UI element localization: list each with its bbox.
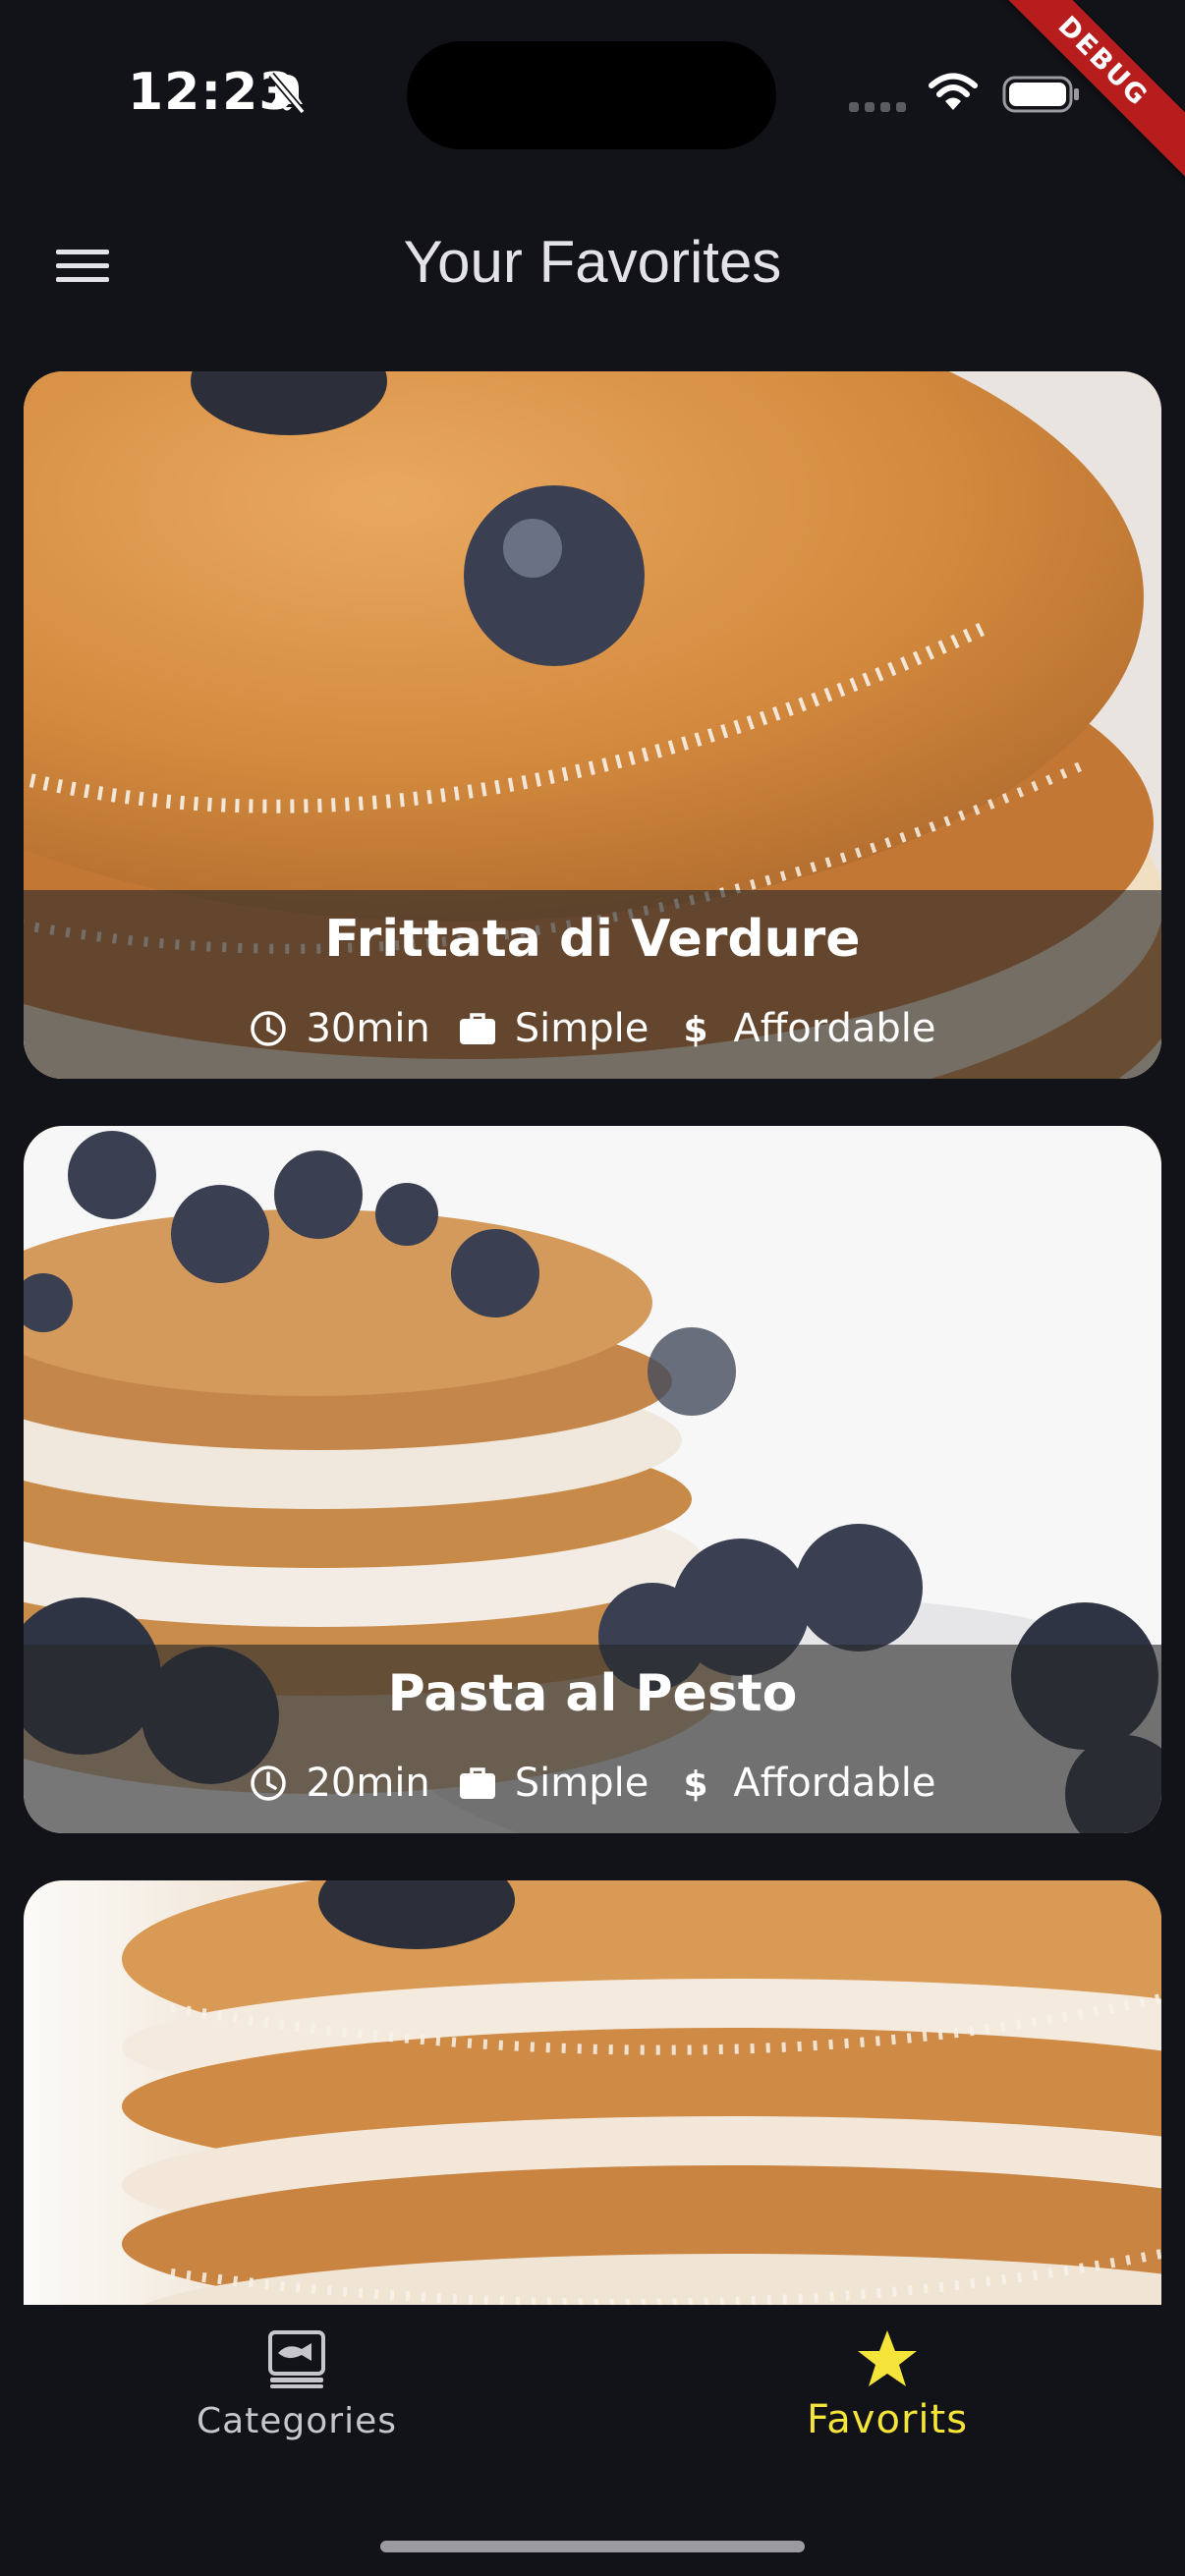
meal-image (24, 1880, 1161, 2305)
complexity-label: Simple (514, 1761, 649, 1806)
meal-affordability: $ Affordable (676, 1006, 936, 1051)
meal-card-frittata[interactable]: Frittata di Verdure 30min Simple $ Affor… (24, 371, 1161, 1079)
duration-label: 30min (306, 1006, 430, 1051)
page-title: Your Favorites (403, 229, 782, 295)
set-meal-icon (268, 2330, 325, 2388)
meal-title: Pasta al Pesto (387, 1664, 798, 1723)
meal-duration: 30min (249, 1006, 430, 1051)
nav-label-favorites: Favorits (806, 2397, 969, 2442)
svg-text:$: $ (684, 1764, 708, 1803)
app-bar: Your Favorites (0, 187, 1185, 354)
dollar-icon: $ (684, 1764, 708, 1803)
complexity-label: Simple (514, 1006, 649, 1051)
nav-item-favorites[interactable]: Favorits (691, 2328, 1084, 2495)
meal-complexity: Simple (458, 1761, 649, 1806)
meal-meta-row: 30min Simple $ Affordable (24, 1006, 1161, 1051)
briefcase-icon (459, 1767, 495, 1799)
home-indicator[interactable] (380, 2541, 805, 2552)
meal-info-overlay: Frittata di Verdure 30min Simple $ Affor… (24, 890, 1161, 1079)
meal-duration: 20min (249, 1761, 430, 1806)
cellular-signal-icon (849, 102, 906, 112)
affordability-label: Affordable (733, 1006, 936, 1051)
dollar-icon: $ (684, 1010, 708, 1048)
dynamic-island (407, 41, 776, 149)
wifi-icon (929, 73, 978, 110)
briefcase-icon (459, 1013, 495, 1044)
battery-icon (1002, 76, 1079, 113)
svg-text:$: $ (684, 1010, 708, 1048)
favorites-list[interactable]: Frittata di Verdure 30min Simple $ Affor… (0, 354, 1185, 2305)
nav-item-categories[interactable]: Categories (100, 2328, 493, 2495)
nav-label-categories: Categories (196, 2401, 398, 2441)
meal-info-overlay: Pasta al Pesto 20min Simple $ Affordable (24, 1645, 1161, 1833)
duration-label: 20min (306, 1761, 430, 1806)
clock-icon (251, 1765, 287, 1801)
meal-card-partial[interactable] (24, 1880, 1161, 2305)
clock-icon (251, 1011, 287, 1046)
meal-card-pasta[interactable]: Pasta al Pesto 20min Simple $ Affordable (24, 1126, 1161, 1833)
meal-meta-row: 20min Simple $ Affordable (24, 1761, 1161, 1806)
affordability-label: Affordable (733, 1761, 936, 1806)
bell-muted-icon (268, 72, 306, 115)
status-bar: 12:23 DEBUG (0, 0, 1185, 187)
meal-complexity: Simple (458, 1006, 649, 1051)
star-icon (858, 2330, 917, 2386)
bottom-navigation-bar: Categories Favorits (0, 2305, 1185, 2576)
meal-title: Frittata di Verdure (324, 910, 861, 969)
meal-affordability: $ Affordable (676, 1761, 936, 1806)
